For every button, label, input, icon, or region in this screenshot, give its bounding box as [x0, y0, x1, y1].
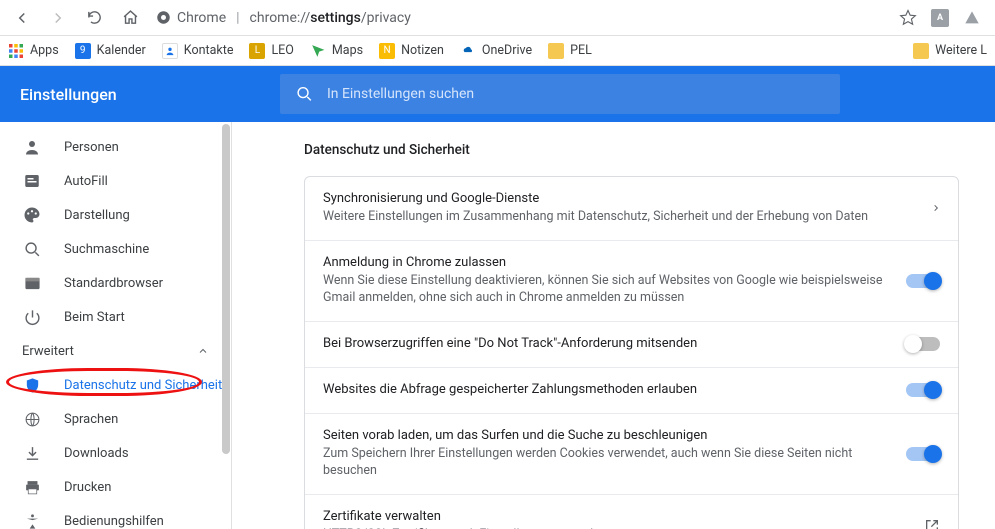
sidebar-item-bedienungshilfen[interactable]: Bedienungshilfen: [0, 504, 231, 529]
bookmark-item[interactable]: 9Kalender: [75, 43, 146, 59]
sidebar-item-drucken[interactable]: Drucken: [0, 470, 231, 504]
page-title: Einstellungen: [0, 85, 280, 104]
settings-card: Synchronisierung und Google-DiensteWeite…: [304, 176, 959, 529]
star-icon[interactable]: [899, 9, 917, 27]
toggle-do-not-track[interactable]: [906, 337, 940, 351]
bookmark-item[interactable]: PEL: [548, 43, 592, 59]
sidebar-item-personen[interactable]: Personen: [0, 130, 231, 164]
shield-icon: [22, 377, 42, 394]
bookmark-item[interactable]: OneDrive: [460, 43, 532, 59]
forward-button[interactable]: [44, 4, 72, 32]
address-bar[interactable]: Chrome | chrome://settings/privacy: [156, 10, 411, 26]
palette-icon: [22, 206, 42, 224]
row-payment-methods: Websites die Abfrage gespeicherter Zahlu…: [305, 368, 958, 414]
person-icon: [22, 138, 42, 156]
section-heading: Datenschutz und Sicherheit: [304, 142, 959, 158]
toolbar-actions: A: [899, 9, 987, 27]
url-prefix: Chrome: [177, 10, 226, 26]
bookmark-item[interactable]: Kontakte: [162, 43, 234, 59]
accessibility-icon: [22, 513, 42, 529]
settings-content: Datenschutz und Sicherheit Synchronisier…: [232, 122, 995, 529]
browser-icon: [22, 275, 42, 292]
settings-header: Einstellungen: [0, 66, 995, 122]
search-input[interactable]: [327, 86, 824, 102]
print-icon: [22, 479, 42, 496]
external-link-icon: [900, 518, 940, 529]
chevron-up-icon: [197, 345, 209, 357]
toggle-chrome-signin[interactable]: [906, 274, 940, 288]
sidebar-item-autofill[interactable]: AutoFill: [0, 164, 231, 198]
globe-icon: [22, 411, 42, 428]
bookmark-item[interactable]: NNotizen: [379, 43, 444, 59]
sidebar-item-downloads[interactable]: Downloads: [0, 436, 231, 470]
autofill-icon: [22, 172, 42, 190]
apps-button[interactable]: Apps: [8, 43, 59, 59]
row-preload-pages: Seiten vorab laden, um das Surfen und di…: [305, 414, 958, 495]
sidebar-item-standardbrowser[interactable]: Standardbrowser: [0, 266, 231, 300]
sidebar-item-suchmaschine[interactable]: Suchmaschine: [0, 232, 231, 266]
settings-sidebar: Personen AutoFill Darstellung Suchmaschi…: [0, 122, 232, 529]
download-icon: [22, 445, 42, 462]
bookmark-item[interactable]: LLEO: [249, 43, 293, 59]
other-bookmarks[interactable]: Weitere L: [913, 43, 987, 59]
toggle-payment-methods[interactable]: [906, 383, 940, 397]
power-icon: [22, 309, 42, 326]
settings-search[interactable]: [280, 74, 840, 114]
url-text: chrome://settings/privacy: [250, 10, 411, 26]
back-button[interactable]: [8, 4, 36, 32]
drive-icon[interactable]: [963, 9, 981, 27]
row-sync-google[interactable]: Synchronisierung und Google-DiensteWeite…: [305, 177, 958, 241]
bookmarks-bar: Apps 9Kalender Kontakte LLEO Maps NNotiz…: [0, 36, 995, 66]
sidebar-item-sprachen[interactable]: Sprachen: [0, 402, 231, 436]
browser-toolbar: Chrome | chrome://settings/privacy A: [0, 0, 995, 36]
sidebar-item-datenschutz[interactable]: Datenschutz und Sicherheit: [0, 368, 231, 402]
search-icon: [22, 241, 42, 258]
row-chrome-signin: Anmeldung in Chrome zulassenWenn Sie die…: [305, 241, 958, 322]
row-do-not-track: Bei Browserzugriffen eine "Do Not Track"…: [305, 322, 958, 368]
reload-button[interactable]: [80, 4, 108, 32]
pdf-icon[interactable]: A: [931, 9, 949, 27]
chevron-right-icon: [900, 202, 940, 214]
search-icon: [296, 85, 313, 103]
bookmark-item[interactable]: Maps: [310, 43, 363, 59]
sidebar-advanced-toggle[interactable]: Erweitert: [0, 334, 231, 368]
row-certificates[interactable]: Zertifikate verwaltenHTTPS/SSL-Zertifika…: [305, 495, 958, 529]
scrollbar[interactable]: [222, 124, 230, 454]
sidebar-item-darstellung[interactable]: Darstellung: [0, 198, 231, 232]
sidebar-item-beimstart[interactable]: Beim Start: [0, 300, 231, 334]
toggle-preload[interactable]: [906, 447, 940, 461]
home-button[interactable]: [116, 4, 144, 32]
